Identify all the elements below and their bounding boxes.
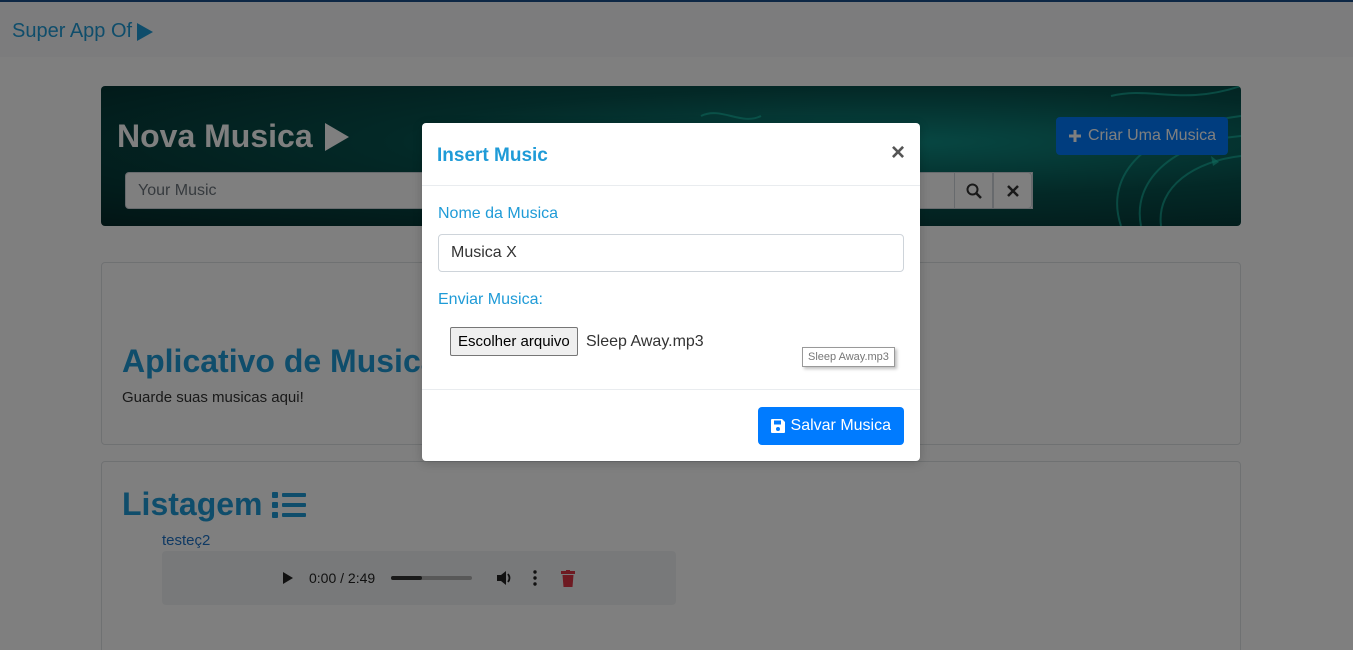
save-music-label: Salvar Musica [790, 417, 891, 434]
selected-file-name: Sleep Away.mp3 [586, 333, 704, 350]
close-modal-button[interactable]: × [891, 141, 905, 165]
choose-file-button[interactable]: Escolher arquivo [450, 327, 578, 356]
save-icon [770, 419, 785, 433]
save-music-button[interactable]: Salvar Musica [757, 407, 904, 445]
music-name-input[interactable]: Musica X [438, 234, 904, 272]
modal-footer: Salvar Musica [422, 389, 920, 461]
insert-music-modal: Insert Music × Nome da Musica Musica X E… [422, 123, 920, 461]
modal-header: Insert Music × [422, 123, 920, 186]
modal-title: Insert Music [437, 145, 548, 166]
upload-music-label: Enviar Musica: [438, 291, 543, 308]
music-name-value: Musica X [451, 244, 517, 261]
file-tooltip: Sleep Away.mp3 [802, 347, 895, 367]
music-name-label: Nome da Musica [438, 205, 559, 222]
